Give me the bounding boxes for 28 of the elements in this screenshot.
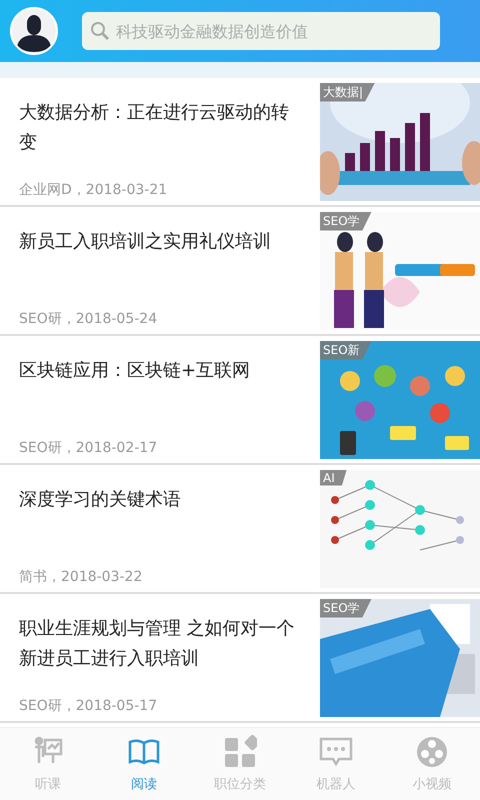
article-meta: SEO研，2018-02-17 — [19, 439, 158, 457]
category-tag: AI — [320, 470, 347, 486]
grid-icon — [225, 735, 257, 767]
article-title: 职业生涯规划与管理 之如何对一个新进员工进行入职培训 — [19, 617, 296, 671]
article-item[interactable]: 深度学习的关键术语 简书，2018-03-22 AI — [0, 465, 480, 594]
film-reel-icon — [417, 737, 447, 767]
article-meta: 简书，2018-03-22 — [19, 568, 144, 586]
category-tag: 大数据| — [320, 82, 376, 102]
article-meta: SEO研，2018-05-17 — [19, 697, 158, 715]
chat-icon — [320, 738, 352, 766]
article-meta: 企业网D，2018-03-21 — [19, 181, 168, 199]
book-icon — [128, 739, 160, 764]
search-field[interactable]: 科技驱动金融数据创造价值 — [82, 12, 440, 50]
article-item[interactable]: 大数据分析：正在进行云驱动的转变 企业网D，2018-03-21 大数据| — [0, 78, 480, 207]
article-item[interactable]: 区块链应用：区块链+互联网 SEO研，2018-02-17 SEO新 — [0, 336, 480, 465]
lecture-icon — [34, 736, 62, 764]
article-title: 深度学习的关键术语 — [19, 488, 182, 512]
article-item[interactable]: 新员工入职培训之实用礼仪培训 SEO研，2018-05-24 SEO学 — [0, 207, 480, 336]
article-title: 大数据分析：正在进行云驱动的转变 — [19, 101, 290, 155]
avatar-icon[interactable] — [10, 7, 58, 55]
category-tag: SEO学 — [320, 598, 372, 618]
article-item[interactable]: 职业生涯规划与管理 之如何对一个新进员工进行入职培训 SEO研，2018-05-17 SEO学 — [0, 594, 480, 723]
article-title: 区块链应用：区块链+互联网 — [19, 359, 252, 383]
article-meta: SEO研，2018-05-24 — [19, 310, 158, 328]
search-icon — [90, 21, 110, 41]
category-tag: SEO新 — [320, 340, 372, 360]
article-title: 新员工入职培训之实用礼仪培训 — [19, 230, 272, 254]
category-tag: SEO学 — [320, 212, 372, 230]
